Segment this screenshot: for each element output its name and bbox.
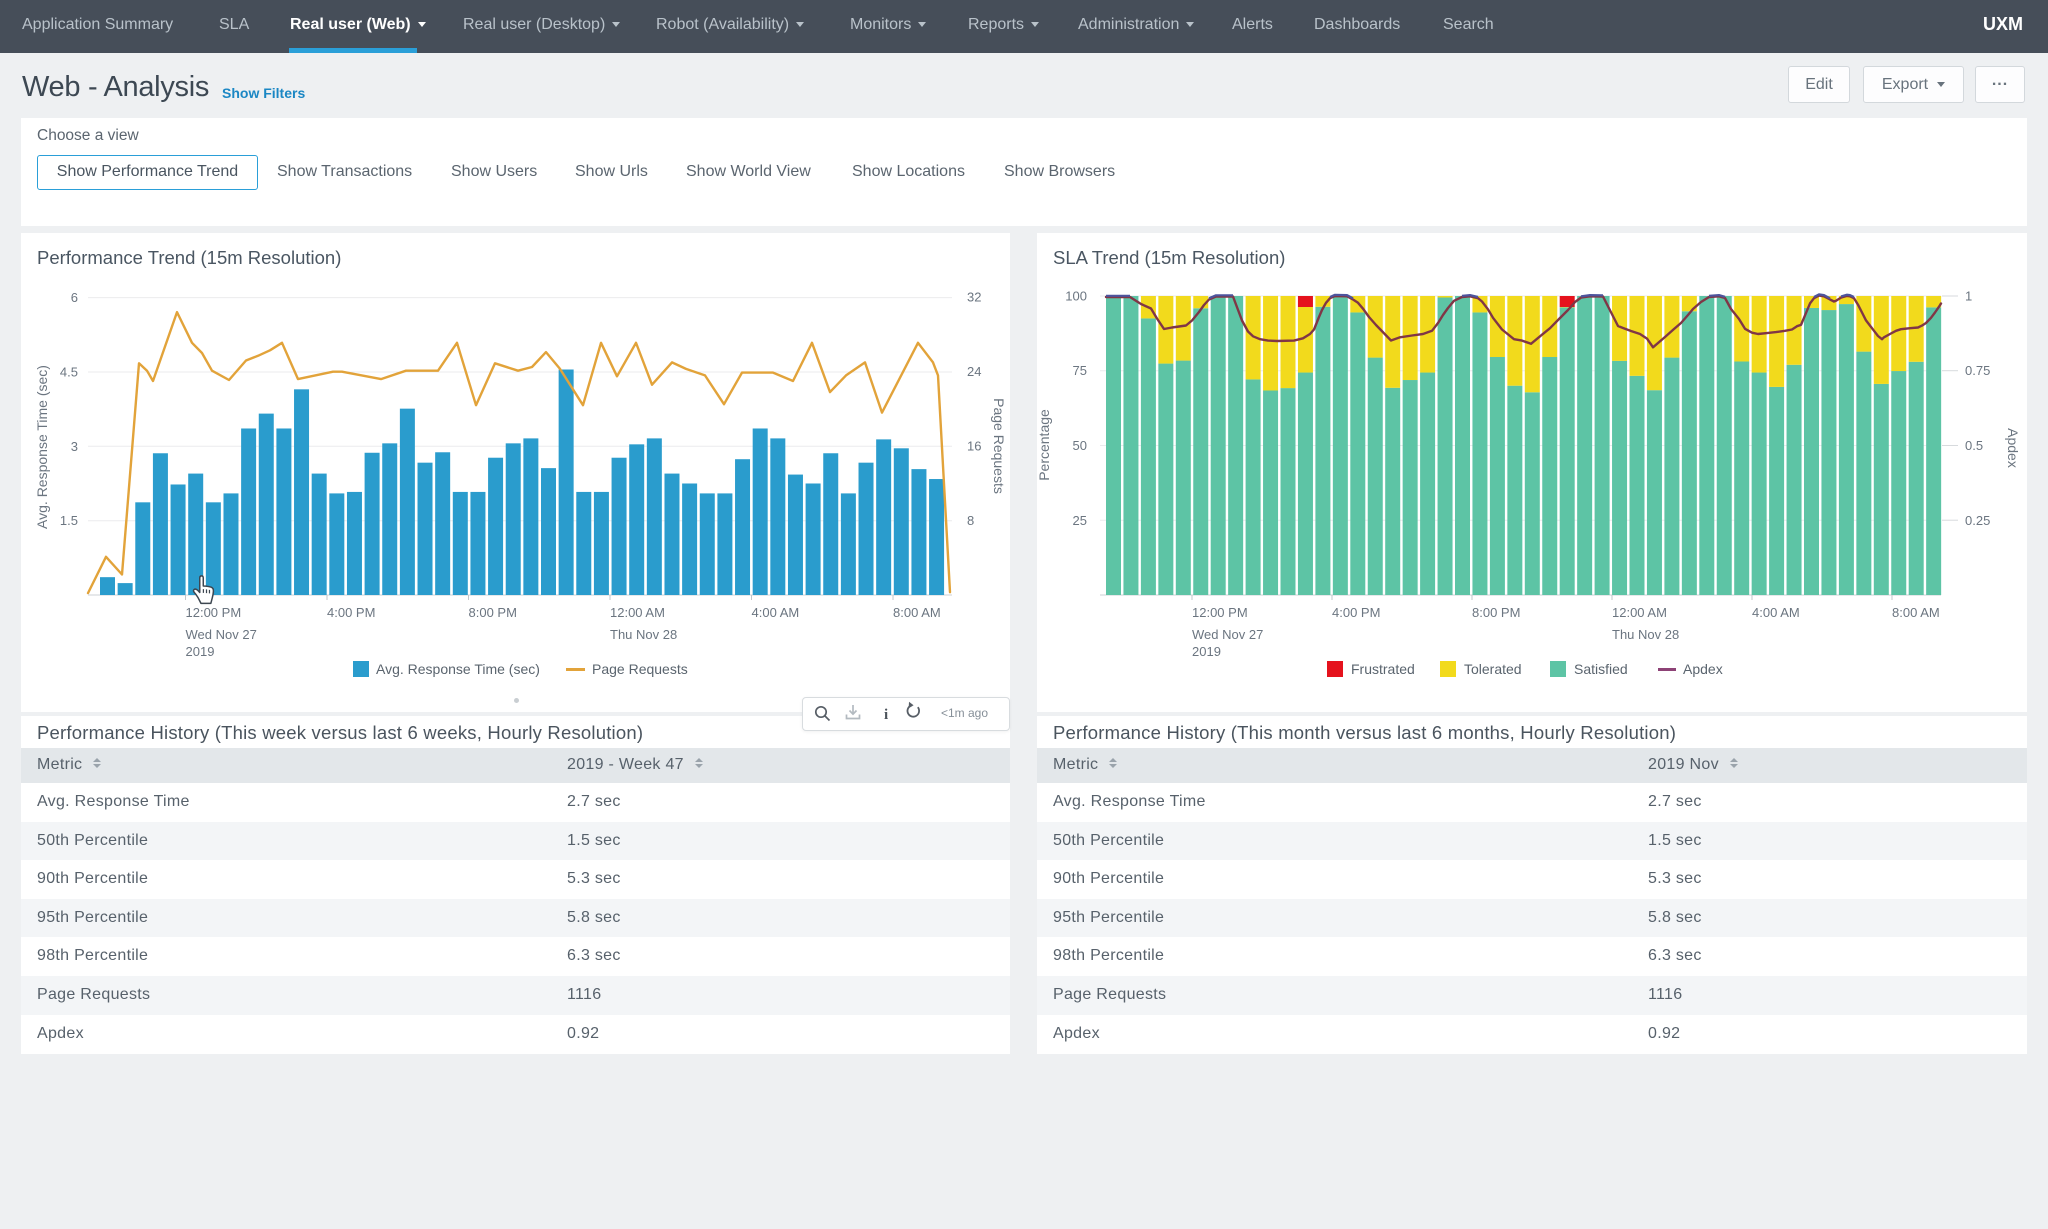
svg-text:2019: 2019: [186, 644, 215, 659]
svg-text:32: 32: [967, 290, 981, 305]
svg-text:4:00 PM: 4:00 PM: [1332, 605, 1380, 620]
svg-text:2019: 2019: [1192, 644, 1221, 659]
svg-text:8:00 AM: 8:00 AM: [893, 605, 941, 620]
svg-text:Page Requests: Page Requests: [592, 661, 688, 677]
svg-text:8:00 PM: 8:00 PM: [469, 605, 517, 620]
svg-text:Avg. Response Time (sec): Avg. Response Time (sec): [376, 661, 540, 677]
svg-text:4:00 AM: 4:00 AM: [752, 605, 800, 620]
svg-text:Apdex: Apdex: [1683, 661, 1723, 677]
svg-text:16: 16: [967, 439, 981, 454]
svg-text:8:00 PM: 8:00 PM: [1472, 605, 1520, 620]
svg-text:4:00 PM: 4:00 PM: [327, 605, 375, 620]
svg-text:8: 8: [967, 513, 974, 528]
svg-text:i: i: [884, 707, 888, 723]
svg-text:50: 50: [1073, 438, 1087, 453]
svg-text:Satisfied: Satisfied: [1574, 661, 1628, 677]
svg-text:Avg. Response Time (sec): Avg. Response Time (sec): [34, 365, 50, 529]
svg-text:4:00 AM: 4:00 AM: [1752, 605, 1800, 620]
svg-text:<1m ago: <1m ago: [941, 706, 988, 720]
svg-text:0.5: 0.5: [1965, 438, 1983, 453]
svg-text:1: 1: [1965, 289, 1972, 304]
svg-text:SLA Trend (15m Resolution): SLA Trend (15m Resolution): [1053, 247, 1285, 268]
svg-text:24: 24: [967, 364, 981, 379]
svg-text:8:00 AM: 8:00 AM: [1892, 605, 1940, 620]
svg-text:Wed Nov 27: Wed Nov 27: [186, 627, 257, 642]
svg-text:Wed Nov 27: Wed Nov 27: [1192, 627, 1263, 642]
svg-text:Tolerated: Tolerated: [1464, 661, 1522, 677]
svg-text:12:00 AM: 12:00 AM: [1612, 605, 1667, 620]
svg-text:12:00 PM: 12:00 PM: [1192, 605, 1248, 620]
svg-text:4.5: 4.5: [60, 365, 78, 380]
svg-text:6: 6: [71, 290, 78, 305]
svg-text:75: 75: [1073, 363, 1087, 378]
svg-text:3: 3: [71, 439, 78, 454]
svg-text:0.25: 0.25: [1965, 513, 1990, 528]
svg-text:Thu Nov 28: Thu Nov 28: [1612, 627, 1679, 642]
svg-text:Percentage: Percentage: [1037, 409, 1052, 481]
svg-text:12:00 PM: 12:00 PM: [186, 605, 242, 620]
svg-text:Frustrated: Frustrated: [1351, 661, 1415, 677]
svg-text:100: 100: [1065, 289, 1087, 304]
svg-text:25: 25: [1073, 513, 1087, 528]
svg-text:Page Requests: Page Requests: [991, 398, 1007, 494]
svg-text:Performance Trend (15m Resolut: Performance Trend (15m Resolution): [37, 247, 341, 268]
svg-text:Thu Nov 28: Thu Nov 28: [610, 627, 677, 642]
svg-text:1.5: 1.5: [60, 513, 78, 528]
svg-text:12:00 AM: 12:00 AM: [610, 605, 665, 620]
svg-text:0.75: 0.75: [1965, 363, 1990, 378]
svg-text:Apdex: Apdex: [2005, 428, 2021, 468]
